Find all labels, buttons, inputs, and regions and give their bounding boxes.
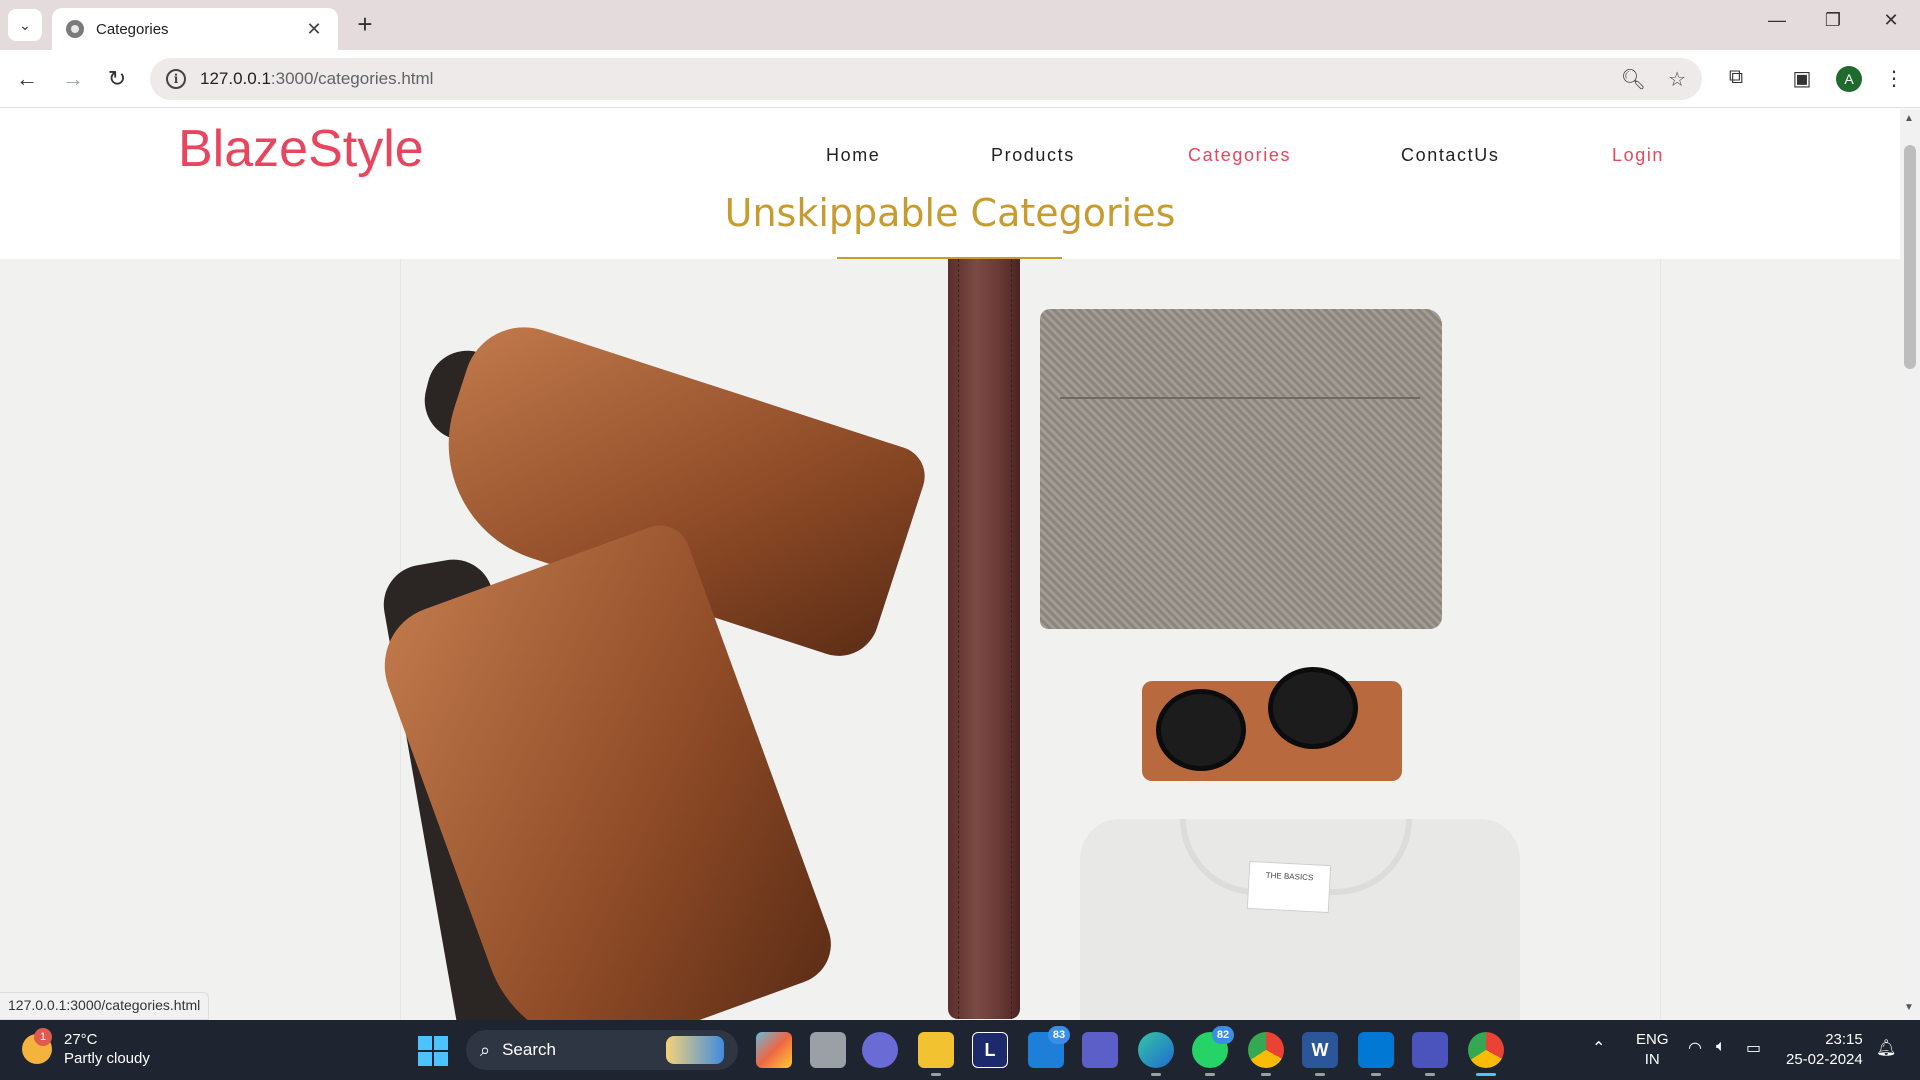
volume-icon[interactable]: 🔈︎ xyxy=(1716,1038,1726,1056)
sunglasses-lens xyxy=(1268,667,1358,749)
copilot-icon[interactable] xyxy=(756,1032,792,1068)
shirt-label: THE BASICS xyxy=(1246,860,1332,914)
tab-title: Categories xyxy=(96,20,169,38)
address-bar[interactable]: i 127.0.0.1:3000/categories.html 🔍︎ ☆ xyxy=(150,58,1702,100)
close-icon[interactable]: ✕ xyxy=(1876,10,1906,31)
browser-toolbar: ← → ↻ i 127.0.0.1:3000/categories.html 🔍… xyxy=(0,50,1920,108)
site-logo[interactable]: BlazeStyle xyxy=(178,119,424,179)
url-text[interactable]: 127.0.0.1:3000/categories.html xyxy=(200,69,1599,89)
forward-arrow-icon[interactable]: → xyxy=(58,64,88,94)
chrome-icon[interactable] xyxy=(1468,1032,1504,1076)
title-underline xyxy=(837,257,1062,259)
nav-home[interactable]: Home xyxy=(826,145,880,166)
scroll-down-icon[interactable]: ▼ xyxy=(1904,1002,1914,1013)
sunglasses-lens xyxy=(1156,689,1246,771)
taskbar: 1 27°C Partly cloudy ⌕ Search L 83 82 W … xyxy=(0,1020,1920,1080)
tab-search-button[interactable]: ⌄ xyxy=(8,9,42,41)
reload-icon[interactable]: ↻ xyxy=(102,64,132,94)
taskbar-search[interactable]: ⌕ Search xyxy=(466,1030,738,1070)
language-indicator[interactable]: ENG IN xyxy=(1636,1030,1669,1070)
menu-dots-icon[interactable]: ⋮ xyxy=(1880,66,1908,91)
clock[interactable]: 23:15 25-02-2024 xyxy=(1786,1030,1863,1070)
windows-start-icon[interactable] xyxy=(418,1036,448,1066)
status-url: 127.0.0.1:3000/categories.html xyxy=(0,992,210,1020)
minimize-icon[interactable]: — xyxy=(1762,10,1792,31)
search-label: Search xyxy=(502,1040,556,1059)
weather-widget[interactable]: 1 27°C Partly cloudy xyxy=(22,1028,150,1068)
section-title: Unskippable Categories xyxy=(724,191,1176,235)
nav-categories[interactable]: Categories xyxy=(1188,145,1291,166)
extensions-icon[interactable]: ⧉ xyxy=(1722,66,1750,89)
site-info-icon[interactable]: i xyxy=(166,69,186,89)
folded-trousers xyxy=(1040,309,1442,629)
categories-hero-image: THE BASICS xyxy=(0,259,1900,1020)
nav-login[interactable]: Login xyxy=(1612,145,1664,166)
zoom-icon[interactable]: 🔍︎ xyxy=(1621,67,1646,92)
wifi-icon[interactable]: ◠ xyxy=(1688,1038,1702,1058)
vscode-icon[interactable] xyxy=(1358,1032,1394,1076)
nav-products[interactable]: Products xyxy=(991,145,1075,166)
task-view-icon[interactable] xyxy=(810,1032,846,1068)
page-scrollbar[interactable]: ▲ ▼ xyxy=(1900,109,1920,1020)
notification-bell-icon[interactable]: 🔔︎ xyxy=(1876,1038,1896,1058)
l-app-icon[interactable]: L xyxy=(972,1032,1008,1068)
bookmark-star-icon[interactable]: ☆ xyxy=(1668,67,1686,92)
teams-icon[interactable] xyxy=(1082,1032,1118,1068)
search-icon: ⌕ xyxy=(480,1039,491,1060)
word-icon[interactable]: W xyxy=(1302,1032,1338,1076)
whatsapp-icon[interactable]: 82 xyxy=(1192,1026,1234,1076)
leather-belt xyxy=(948,259,1020,1019)
meet-icon[interactable] xyxy=(862,1032,898,1068)
weather-desc: Partly cloudy xyxy=(64,1050,150,1067)
nav-contactus[interactable]: ContactUs xyxy=(1401,145,1499,166)
weather-icon: 1 xyxy=(22,1028,52,1064)
tab-strip: ⌄ Categories ✕ + — ❐ ✕ xyxy=(0,0,1920,50)
teams-new-icon[interactable] xyxy=(1412,1032,1448,1076)
mail-icon[interactable]: 83 xyxy=(1028,1026,1070,1068)
web-page: BlazeStyle Home Products Categories Cont… xyxy=(0,109,1900,1020)
profile-avatar[interactable]: A xyxy=(1836,66,1862,92)
edge-icon[interactable] xyxy=(1138,1032,1174,1076)
new-tab-button[interactable]: + xyxy=(352,11,378,37)
scroll-thumb[interactable] xyxy=(1904,145,1916,369)
weather-temp: 27°C xyxy=(64,1031,98,1048)
chevron-down-icon: ⌄ xyxy=(19,16,31,33)
folded-shirt: THE BASICS xyxy=(1080,819,1520,1020)
side-panel-icon[interactable]: ▣ xyxy=(1788,66,1816,91)
chevron-up-icon[interactable]: ⌃ xyxy=(1592,1038,1605,1058)
close-tab-icon[interactable]: ✕ xyxy=(304,19,324,40)
floor-plank xyxy=(1660,259,1661,1020)
battery-icon[interactable]: ▭ xyxy=(1746,1038,1761,1058)
search-highlight-icon xyxy=(666,1036,724,1064)
weather-badge: 1 xyxy=(34,1028,52,1046)
chrome-profile-icon[interactable] xyxy=(1248,1032,1284,1076)
tab-categories[interactable]: Categories ✕ xyxy=(52,8,338,50)
restore-icon[interactable]: ❐ xyxy=(1818,10,1848,31)
file-explorer-icon[interactable] xyxy=(918,1032,954,1076)
globe-icon xyxy=(66,20,84,38)
back-arrow-icon[interactable]: ← xyxy=(12,64,42,94)
scroll-up-icon[interactable]: ▲ xyxy=(1904,113,1914,124)
